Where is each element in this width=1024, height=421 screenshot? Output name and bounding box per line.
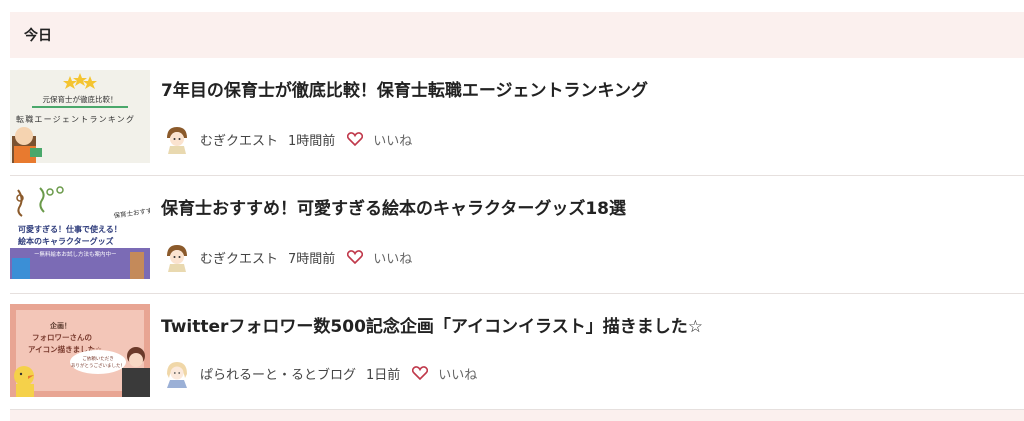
thumb-line1: フォロワーさんの [32,333,92,342]
article-title[interactable]: 保育士おすすめ！可愛すぎる絵本のキャラクターグッズ18選 [161,194,626,219]
post-time: 1時間前 [288,133,336,149]
author-avatar[interactable] [164,358,190,388]
heart-icon[interactable] [412,366,429,380]
article-item[interactable]: 保育士おすすめ 可愛すぎる！仕事で使える！ 絵本のキャラクターグッズ ー無料絵本… [10,176,1024,294]
heart-icon[interactable] [347,250,364,264]
article-thumbnail[interactable]: 保育士おすすめ 可愛すぎる！仕事で使える！ 絵本のキャラクターグッズ ー無料絵本… [10,186,150,279]
post-time: 7時間前 [288,251,336,267]
thumbnail-image: 企画！ フォロワーさんの アイコン描きました☆ ご依頼いただき ありがとうござい… [10,304,150,397]
next-section-strip [10,410,1024,421]
like-label[interactable]: いいね [373,248,412,267]
article-item[interactable]: 企画！ フォロワーさんの アイコン描きました☆ ご依頼いただき ありがとうござい… [10,294,1024,410]
article-meta: むぎクエスト 7時間前 いいね [164,242,412,272]
thumb-top-label: 元保育士が徹底比較！ [43,94,118,104]
post-time: 1日前 [366,367,401,383]
article-thumbnail[interactable]: 元保育士が徹底比較！ 転職エージェントランキング [10,70,150,163]
thumb-bubble2: ありがとうございました！ [71,362,125,369]
thumb-line1: 可愛すぎる！仕事で使える！ [18,224,122,234]
author-name[interactable]: むぎクエスト [200,248,278,267]
thumb-badge: 企画！ [49,321,71,330]
thumb-line2: 絵本のキャラクターグッズ [18,236,114,246]
author-name[interactable]: ぱられるーと・るとブログ [200,364,356,383]
article-meta: ぱられるーと・るとブログ 1日前 いいね [164,358,477,388]
article-title[interactable]: Twitterフォロワー数500記念企画「アイコンイラスト」描きました☆ [161,312,703,337]
like-label[interactable]: いいね [438,364,477,383]
thumbnail-image: 保育士おすすめ 可愛すぎる！仕事で使える！ 絵本のキャラクターグッズ ー無料絵本… [10,186,150,279]
thumbnail-image: 元保育士が徹底比較！ 転職エージェントランキング [10,70,150,163]
like-label[interactable]: いいね [373,130,412,149]
author-avatar[interactable] [164,242,190,272]
thumb-bubble1: ご依頼いただき [82,355,114,362]
article-feed: 今日 元保育士が徹底比較！ 転職エージェントランキング 7年目の保育士が徹底比較… [0,0,1024,421]
section-title: 今日 [24,28,52,44]
article-meta: むぎクエスト 1時間前 いいね [164,124,412,154]
article-item[interactable]: 元保育士が徹底比較！ 転職エージェントランキング 7年目の保育士が徹底比較！保育… [10,70,1024,176]
thumb-main-label: 転職エージェントランキング [16,114,135,124]
article-thumbnail[interactable]: 企画！ フォロワーさんの アイコン描きました☆ ご依頼いただき ありがとうござい… [10,304,150,397]
section-header: 今日 [10,12,1024,58]
author-name[interactable]: むぎクエスト [200,130,278,149]
heart-icon[interactable] [347,132,364,146]
author-avatar[interactable] [164,124,190,154]
thumb-line3: ー無料絵本お試し方法も案内中ー [34,250,117,258]
article-title[interactable]: 7年目の保育士が徹底比較！保育士転職エージェントランキング [161,76,648,101]
